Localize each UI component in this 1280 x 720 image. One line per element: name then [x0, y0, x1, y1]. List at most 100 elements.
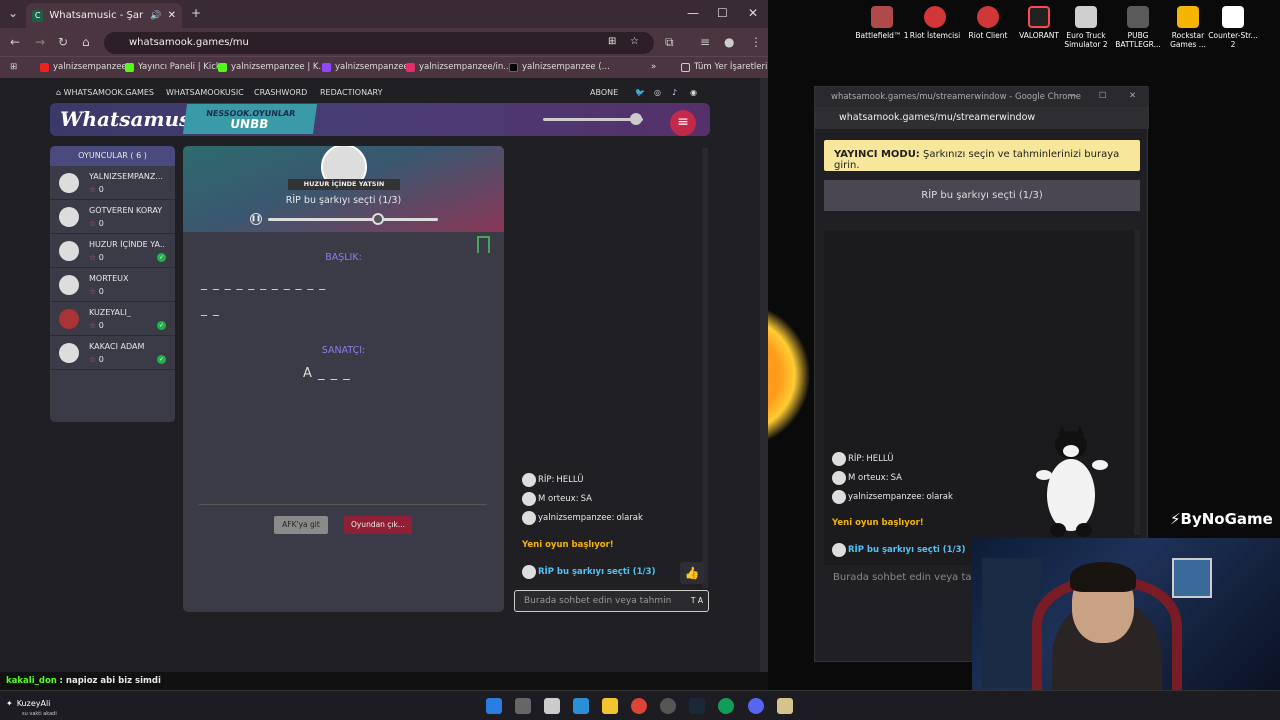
tab-title: Whatsamusic - Şarkıyı Tahm — [49, 10, 144, 21]
audio-icon[interactable]: 🔊 — [150, 11, 161, 21]
score-value: 0 — [98, 355, 104, 364]
forward-icon[interactable]: → — [35, 35, 45, 49]
bookmark-label: yalnizsempanzee — [335, 62, 409, 72]
more-bookmarks-icon[interactable]: » — [651, 62, 656, 72]
all-bookmarks[interactable]: Tüm Yer İşaretleri — [681, 62, 767, 72]
game-panel: HUZUR İÇİNDE YATSIN RİP bu şarkıyı seçti… — [183, 146, 504, 612]
desktop-icon-riot-client[interactable]: Riot Client — [960, 6, 1016, 40]
nav-whatsamook-games[interactable]: ⌂ WHATSAMOOK.GAMES — [56, 88, 154, 97]
obs-icon[interactable] — [660, 698, 676, 714]
app-icon[interactable] — [544, 698, 560, 714]
close-window-icon[interactable]: ✕ — [748, 6, 758, 20]
player-name: HUZUR İÇİNDE YA... — [89, 240, 165, 249]
popup-title: whatsamook.games/mu/streamerwindow - Goo… — [831, 92, 1082, 102]
score-value: 0 — [98, 219, 104, 228]
desktop-icon-battlefield[interactable]: Battlefield™ 1 — [854, 6, 910, 40]
task-view-icon[interactable] — [515, 698, 531, 714]
abone-link[interactable]: ABONE — [590, 88, 618, 97]
reload-icon[interactable]: ↻ — [58, 35, 68, 49]
popup-url-bar[interactable]: whatsamook.games/mu/streamerwindow — [815, 107, 1149, 129]
profile-icon[interactable]: ● — [724, 35, 734, 49]
instagram-icon[interactable]: ◎ — [654, 88, 661, 97]
volume-slider[interactable] — [543, 118, 643, 121]
twitter-icon[interactable]: 🐦 — [635, 88, 645, 97]
bookmark-tiktok[interactable]: yalnizsempanzee (... — [509, 62, 610, 72]
nav-crashword[interactable]: CRASHWORD — [254, 88, 307, 97]
leave-game-button[interactable]: Oyundan çık... — [344, 516, 412, 534]
avatar — [832, 543, 846, 557]
more-menu-icon[interactable]: ⋮ — [750, 35, 762, 49]
minimize-icon[interactable]: — — [687, 6, 699, 20]
nav-label: WHATSAMOOK.GAMES — [63, 88, 154, 97]
back-icon[interactable]: ← — [10, 35, 20, 49]
popup-chat-scrollbar[interactable] — [1134, 230, 1140, 535]
discord-icon[interactable] — [748, 698, 764, 714]
bookmark-icon[interactable] — [477, 236, 490, 253]
chat-message: yalnizsempanzee: olarak — [522, 511, 643, 525]
avatar — [59, 241, 79, 261]
pause-icon[interactable]: ❚❚ — [250, 213, 262, 225]
maximize-icon[interactable]: ☐ — [717, 6, 728, 20]
desktop-icon-label: Euro Truck Simulator 2 — [1064, 31, 1108, 49]
file-explorer-icon[interactable] — [602, 698, 618, 714]
bookmark-kick[interactable]: yalnizsempanzee | K... — [218, 62, 327, 72]
maximize-icon[interactable]: ☐ — [1099, 91, 1107, 101]
afk-button[interactable]: AFK'ya git — [274, 516, 328, 534]
home-icon[interactable]: ⌂ — [82, 35, 90, 49]
photos-icon[interactable] — [573, 698, 589, 714]
player-row: KUZEYALI_ ☆ 0 ✓ — [50, 302, 175, 336]
twitch-icon — [322, 62, 331, 72]
desktop-icon-euro-truck[interactable]: Euro Truck Simulator 2 — [1058, 6, 1114, 49]
chrome-active-icon[interactable] — [718, 698, 734, 714]
thumbs-up-icon[interactable]: 👍 — [680, 562, 704, 584]
score-value: 0 — [98, 253, 104, 262]
bookmark-youtube[interactable]: yalnizsempanzee — [40, 62, 127, 72]
streamer-label: ✦ KuzeyAli — [6, 699, 50, 708]
desktop-icon-riot-istemcisi[interactable]: Riot İstemcisi — [907, 6, 963, 40]
title-blanks-line-1: _ _ _ _ _ _ _ _ _ _ _ — [201, 276, 327, 290]
bookmark-label: yalnizsempanzee | K... — [231, 62, 327, 72]
steam-icon[interactable] — [689, 698, 705, 714]
desktop-icon-pubg[interactable]: PUBG BATTLEGR... — [1110, 6, 1166, 49]
chat-scrollbar[interactable] — [702, 148, 708, 588]
minimize-icon[interactable]: — — [1069, 91, 1078, 101]
desktop-icon-label: Riot Client — [968, 31, 1008, 40]
url-bar[interactable]: whatsamook.games/mu ⊞ ☆ — [104, 32, 654, 54]
desktop-icon-label: Battlefield™ 1 — [855, 31, 909, 40]
nav-whatsamookusic[interactable]: WHATSAMOOKUSIC — [166, 88, 244, 97]
star-icon[interactable]: ☆ — [630, 36, 639, 47]
avatar — [832, 490, 846, 504]
translate-icon[interactable]: ⊞ — [608, 36, 616, 47]
bookmark-instagram[interactable]: yalnizsempanzee/in... — [406, 62, 511, 72]
notes-icon[interactable] — [777, 698, 793, 714]
chat-input[interactable]: Burada sohbet edin veya tahmin T A — [514, 590, 709, 612]
nav-redactionary[interactable]: REDACTIONARY — [320, 88, 382, 97]
song-progress-knob[interactable] — [372, 213, 384, 225]
apps-icon[interactable]: ⊞ — [10, 62, 17, 72]
extensions-icon[interactable]: ⧉ — [665, 35, 674, 50]
tab-whatsamusic[interactable]: C Whatsamusic - Şarkıyı Tahm 🔊 ✕ — [26, 3, 182, 28]
text-format-icon[interactable]: T A — [691, 596, 703, 605]
page-scrollbar[interactable] — [760, 78, 768, 690]
player-name: YALNIZSEMPANZ... — [89, 172, 163, 181]
hamburger-menu-icon[interactable]: ≡ — [670, 110, 696, 136]
bookmark-kick-panel[interactable]: Yayıncı Paneli | Kick — [125, 62, 221, 72]
discord-icon[interactable]: ◉ — [690, 88, 697, 97]
chat-message: M orteux: SA — [522, 492, 592, 506]
chrome-icon[interactable] — [631, 698, 647, 714]
tab-list-icon[interactable]: ⌄ — [8, 6, 18, 20]
avatar — [59, 173, 79, 193]
close-tab-icon[interactable]: ✕ — [168, 10, 176, 21]
volume-knob[interactable] — [630, 113, 642, 125]
streamer-subtitle: su vakti akadi — [22, 711, 57, 717]
close-window-icon[interactable]: ✕ — [1129, 91, 1136, 101]
windows-start-icon[interactable] — [486, 698, 502, 714]
desktop-icon-counter-strike[interactable]: Counter-Str... 2 — [1205, 6, 1261, 49]
players-header: OYUNCULAR ( 6 ) — [50, 146, 175, 166]
site-banner: Whatsamusic NESSOOK.OYUNLAR UNBB ≡ — [50, 103, 710, 136]
new-tab-icon[interactable]: + — [191, 6, 201, 20]
tiktok-icon[interactable]: ♪ — [672, 88, 677, 97]
media-icon[interactable]: ≡ — [700, 35, 710, 49]
bookmark-twitch[interactable]: yalnizsempanzee — [322, 62, 409, 72]
picked-status: RİP bu şarkıyı seçti (1/3) — [285, 195, 402, 206]
